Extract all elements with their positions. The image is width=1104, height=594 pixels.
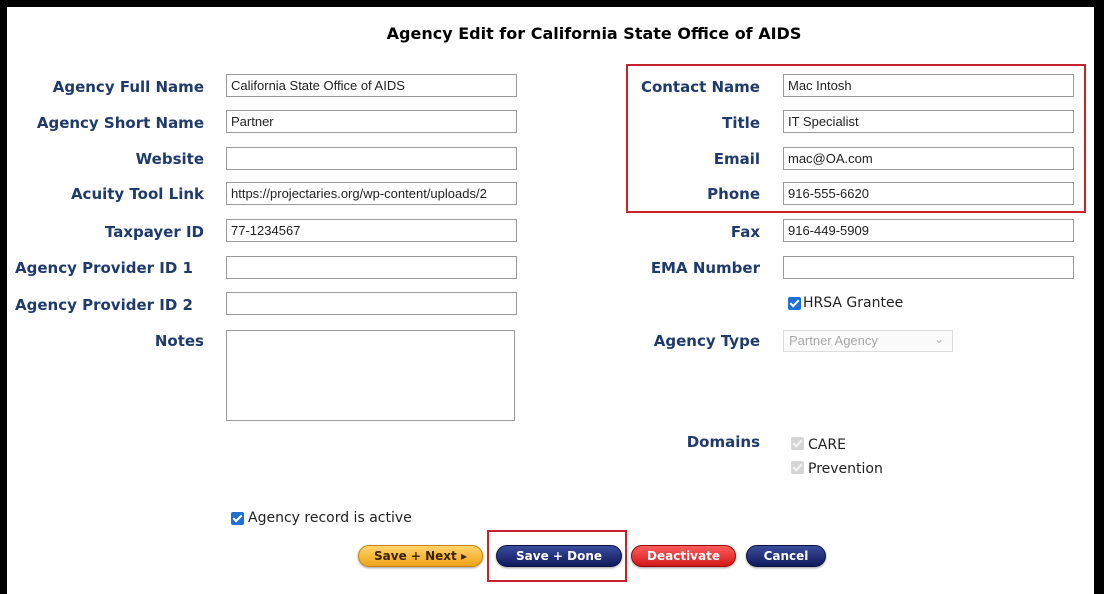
domain-care-label: CARE	[808, 437, 846, 453]
agency-provider-id-2-input[interactable]	[226, 292, 517, 315]
agency-full-name-label: Agency Full Name	[52, 78, 204, 96]
fax-input[interactable]: 916-449-5909	[783, 219, 1074, 242]
agency-short-name-input[interactable]: Partner	[226, 110, 517, 133]
agency-type-select[interactable]: Partner Agency ⌄	[783, 330, 953, 352]
website-label: Website	[135, 150, 204, 168]
agency-provider-id-1-label: Agency Provider ID 1	[15, 259, 193, 277]
agency-short-name-label: Agency Short Name	[36, 114, 204, 132]
domain-prevention-checkbox[interactable]	[791, 461, 804, 474]
ema-number-input[interactable]	[783, 256, 1074, 279]
agency-active-checkbox[interactable]	[231, 512, 244, 525]
agency-provider-id-1-input[interactable]	[226, 256, 517, 279]
taxpayer-id-input[interactable]: 77-1234567	[226, 219, 517, 242]
acuity-tool-link-input[interactable]: https://projectaries.org/wp-content/uplo…	[226, 182, 517, 205]
deactivate-button[interactable]: Deactivate	[631, 545, 736, 567]
agency-full-name-input[interactable]: California State Office of AIDS	[226, 74, 517, 97]
agency-type-selected-value: Partner Agency	[789, 333, 878, 348]
hrsa-grantee-label: HRSA Grantee	[803, 295, 904, 311]
hrsa-grantee-checkbox[interactable]	[788, 297, 801, 310]
contact-name-input[interactable]: Mac Intosh	[783, 74, 1074, 97]
domain-care-checkbox[interactable]	[791, 437, 804, 450]
page-title: Agency Edit for California State Office …	[386, 24, 802, 43]
email-input[interactable]: mac@OA.com	[783, 147, 1074, 170]
website-input[interactable]	[226, 147, 517, 170]
agency-type-label: Agency Type	[653, 332, 760, 350]
domain-prevention-label: Prevention	[808, 461, 883, 477]
taxpayer-id-label: Taxpayer ID	[104, 223, 204, 241]
phone-input[interactable]: 916-555-6620	[783, 182, 1074, 205]
agency-active-label: Agency record is active	[248, 510, 412, 526]
agency-provider-id-2-label: Agency Provider ID 2	[15, 296, 193, 314]
fax-label: Fax	[730, 223, 760, 241]
save-done-button[interactable]: Save + Done	[496, 545, 622, 567]
email-label: Email	[713, 150, 760, 168]
title-label: Title	[722, 114, 760, 132]
domains-label: Domains	[686, 433, 760, 451]
contact-name-label: Contact Name	[640, 78, 760, 96]
ema-number-label: EMA Number	[650, 259, 760, 277]
notes-label: Notes	[154, 332, 204, 350]
title-input[interactable]: IT Specialist	[783, 110, 1074, 133]
acuity-tool-link-label: Acuity Tool Link	[70, 185, 204, 203]
notes-textarea[interactable]	[226, 330, 515, 421]
chevron-down-icon: ⌄	[933, 332, 944, 346]
save-next-button[interactable]: Save + Next ▸	[358, 545, 483, 567]
cancel-button[interactable]: Cancel	[746, 545, 826, 567]
phone-label: Phone	[707, 185, 760, 203]
